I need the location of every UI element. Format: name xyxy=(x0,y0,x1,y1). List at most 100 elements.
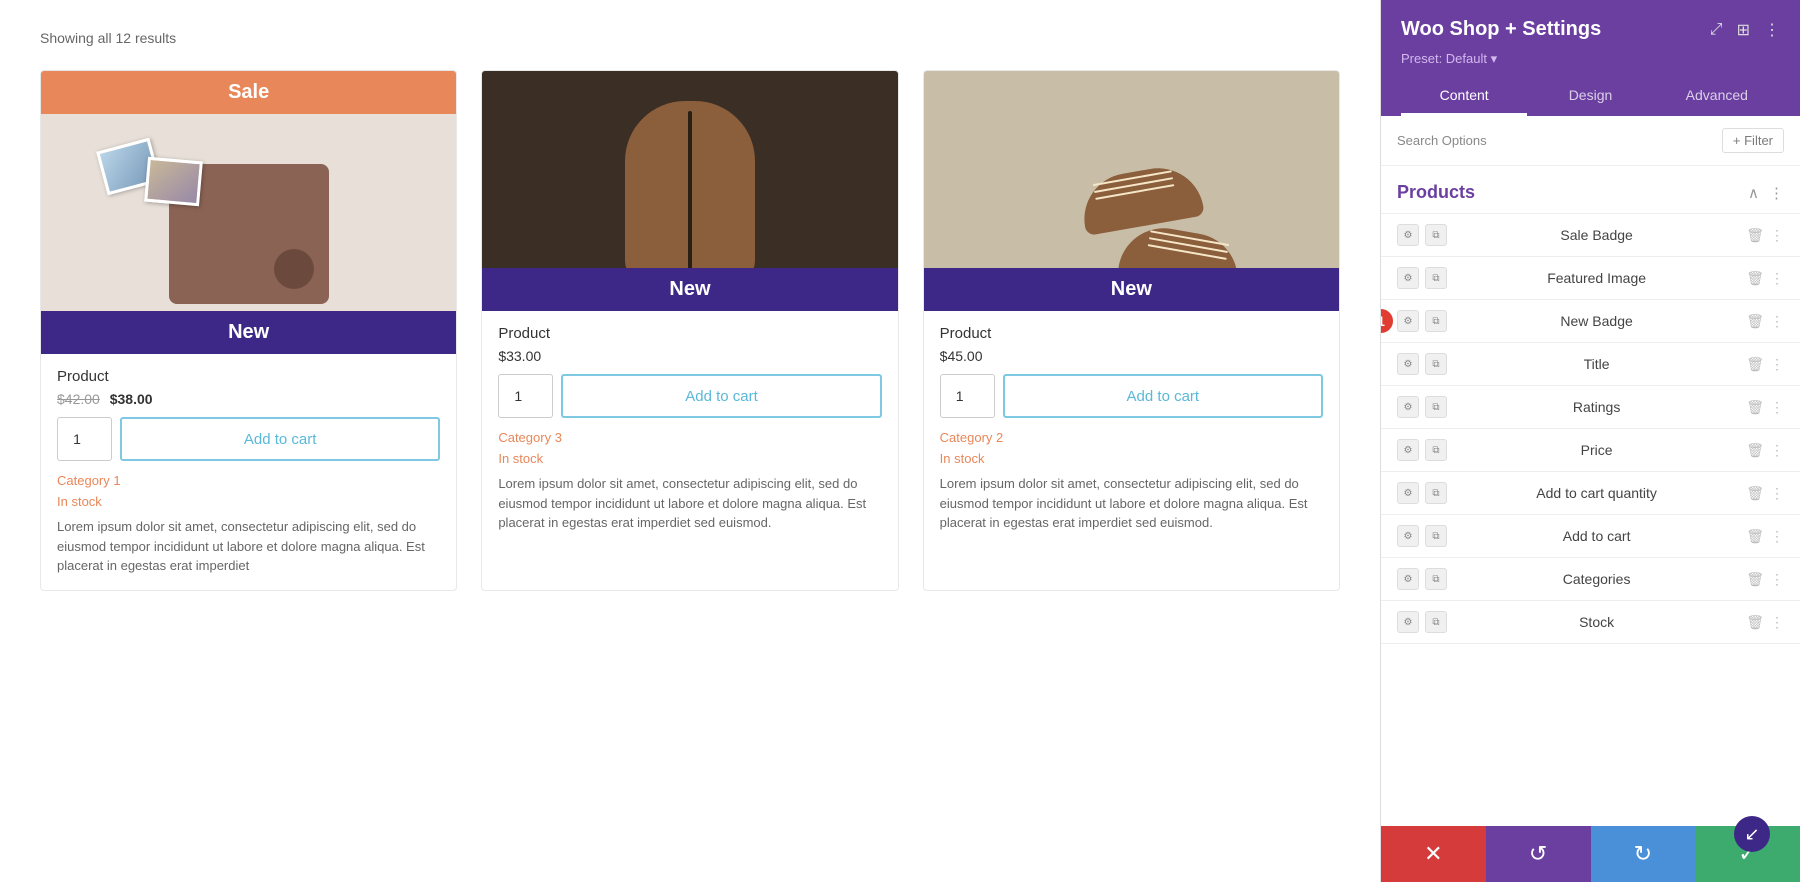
module-actions-title: 🗑 ⋮ xyxy=(1746,356,1784,373)
new-overlay-2: New xyxy=(482,268,897,311)
delete-icon-stock[interactable]: 🗑 xyxy=(1746,614,1764,631)
module-item-ratings[interactable]: ⚙ ⧉ Ratings 🗑 ⋮ xyxy=(1381,386,1800,429)
tab-advanced[interactable]: Advanced xyxy=(1654,77,1780,116)
product-name-3: Product xyxy=(940,325,1323,342)
settings-icon-price[interactable]: ⚙ xyxy=(1397,439,1419,461)
delete-icon-ratings[interactable]: 🗑 xyxy=(1746,399,1764,416)
module-icons-new-badge: ⚙ ⧉ xyxy=(1397,310,1447,332)
more-icon[interactable]: ⋮ xyxy=(1764,20,1780,40)
product-stock-2: In stock xyxy=(498,451,881,466)
module-name-atc: Add to cart xyxy=(1457,528,1736,544)
more-icon-featured-image[interactable]: ⋮ xyxy=(1770,270,1784,287)
delete-icon-atcq[interactable]: 🗑 xyxy=(1746,485,1764,502)
module-item-add-to-cart-quantity[interactable]: ⚙ ⧉ Add to cart quantity 🗑 ⋮ xyxy=(1381,472,1800,515)
module-item-categories[interactable]: ⚙ ⧉ Categories 🗑 ⋮ xyxy=(1381,558,1800,601)
product-card-2: New Product $33.00 Add to cart Category … xyxy=(481,70,898,591)
tab-content[interactable]: Content xyxy=(1401,77,1527,116)
copy-icon-categories[interactable]: ⧉ xyxy=(1425,568,1447,590)
module-name-title: Title xyxy=(1457,356,1736,372)
collapse-icon[interactable]: ∧ xyxy=(1748,184,1759,202)
settings-icon-ratings[interactable]: ⚙ xyxy=(1397,396,1419,418)
settings-icon-atcq[interactable]: ⚙ xyxy=(1397,482,1419,504)
sale-badge-1: Sale xyxy=(41,71,456,114)
more-icon-sale-badge[interactable]: ⋮ xyxy=(1770,227,1784,244)
delete-icon-atc[interactable]: 🗑 xyxy=(1746,528,1764,545)
module-item-sale-badge[interactable]: ⚙ ⧉ Sale Badge 🗑 ⋮ xyxy=(1381,214,1800,257)
new-overlay-3: New xyxy=(924,268,1339,311)
module-item-new-badge[interactable]: ⚙ ⧉ New Badge 🗑 ⋮ 1 xyxy=(1381,300,1800,343)
settings-icon-stock[interactable]: ⚙ xyxy=(1397,611,1419,633)
section-header-icons: ∧ ⋮ xyxy=(1748,184,1784,202)
price-original-1: $42.00 xyxy=(57,391,100,407)
add-to-cart-btn-2[interactable]: Add to cart xyxy=(561,374,881,418)
tab-design[interactable]: Design xyxy=(1527,77,1653,116)
copy-icon-sale-badge[interactable]: ⧉ xyxy=(1425,224,1447,246)
redo-button[interactable]: ↻ xyxy=(1591,826,1696,882)
price-2: $33.00 xyxy=(498,348,541,364)
module-icons-price: ⚙ ⧉ xyxy=(1397,439,1447,461)
copy-icon-atc[interactable]: ⧉ xyxy=(1425,525,1447,547)
product-info-3: Product $45.00 Add to cart Category 2 In… xyxy=(924,311,1339,547)
product-category-2[interactable]: Category 3 xyxy=(498,430,881,445)
main-content: Showing all 12 results Sale New Product … xyxy=(0,0,1380,882)
section-more-icon[interactable]: ⋮ xyxy=(1769,184,1784,202)
settings-icon-sale-badge[interactable]: ⚙ xyxy=(1397,224,1419,246)
qty-input-3[interactable] xyxy=(940,374,995,418)
product-category-3[interactable]: Category 2 xyxy=(940,430,1323,445)
more-icon-categories[interactable]: ⋮ xyxy=(1770,571,1784,588)
panel-title: Woo Shop + Settings xyxy=(1401,18,1601,41)
module-name-price: Price xyxy=(1457,442,1736,458)
delete-icon-categories[interactable]: 🗑 xyxy=(1746,571,1764,588)
columns-icon[interactable]: ⊞ xyxy=(1737,20,1750,40)
module-item-price[interactable]: ⚙ ⧉ Price 🗑 ⋮ xyxy=(1381,429,1800,472)
add-to-cart-btn-1[interactable]: Add to cart xyxy=(120,417,440,461)
copy-icon-atcq[interactable]: ⧉ xyxy=(1425,482,1447,504)
more-icon-ratings[interactable]: ⋮ xyxy=(1770,399,1784,416)
module-icons-atcq: ⚙ ⧉ xyxy=(1397,482,1447,504)
module-item-add-to-cart[interactable]: ⚙ ⧉ Add to cart 🗑 ⋮ xyxy=(1381,515,1800,558)
module-item-stock[interactable]: ⚙ ⧉ Stock 🗑 ⋮ xyxy=(1381,601,1800,644)
settings-icon-atc[interactable]: ⚙ xyxy=(1397,525,1419,547)
fullscreen-icon[interactable]: ⤢ xyxy=(1710,21,1723,39)
product-image-2: New xyxy=(482,71,897,311)
filter-button[interactable]: + Filter xyxy=(1722,128,1784,153)
delete-icon-new-badge[interactable]: 🗑 xyxy=(1746,313,1764,330)
copy-icon-new-badge[interactable]: ⧉ xyxy=(1425,310,1447,332)
copy-icon-ratings[interactable]: ⧉ xyxy=(1425,396,1447,418)
copy-icon-featured-image[interactable]: ⧉ xyxy=(1425,267,1447,289)
settings-icon-featured-image[interactable]: ⚙ xyxy=(1397,267,1419,289)
settings-icon-title[interactable]: ⚙ xyxy=(1397,353,1419,375)
delete-icon-title[interactable]: 🗑 xyxy=(1746,356,1764,373)
product-category-1[interactable]: Category 1 xyxy=(57,473,440,488)
panel-body-wrapper: Search Options + Filter Products ∧ ⋮ ⚙ ⧉ xyxy=(1381,116,1800,826)
settings-icon-categories[interactable]: ⚙ xyxy=(1397,568,1419,590)
products-grid: Sale New Product $42.00 $38.00 xyxy=(40,70,1340,591)
more-icon-price[interactable]: ⋮ xyxy=(1770,442,1784,459)
more-icon-atc[interactable]: ⋮ xyxy=(1770,528,1784,545)
settings-icon-new-badge[interactable]: ⚙ xyxy=(1397,310,1419,332)
copy-icon-title[interactable]: ⧉ xyxy=(1425,353,1447,375)
delete-icon-sale-badge[interactable]: 🗑 xyxy=(1746,227,1764,244)
module-name-sale-badge: Sale Badge xyxy=(1457,227,1736,243)
copy-icon-stock[interactable]: ⧉ xyxy=(1425,611,1447,633)
module-item-title[interactable]: ⚙ ⧉ Title 🗑 ⋮ xyxy=(1381,343,1800,386)
qty-input-1[interactable] xyxy=(57,417,112,461)
more-icon-atcq[interactable]: ⋮ xyxy=(1770,485,1784,502)
delete-icon-featured-image[interactable]: 🗑 xyxy=(1746,270,1764,287)
add-to-cart-btn-3[interactable]: Add to cart xyxy=(1003,374,1323,418)
qty-input-2[interactable] xyxy=(498,374,553,418)
panel-preset[interactable]: Preset: Default ▾ xyxy=(1401,51,1780,67)
cancel-button[interactable]: ✕ xyxy=(1381,826,1486,882)
module-name-atcq: Add to cart quantity xyxy=(1457,485,1736,501)
undo-button[interactable]: ↺ xyxy=(1486,826,1591,882)
more-icon-stock[interactable]: ⋮ xyxy=(1770,614,1784,631)
module-item-featured-image[interactable]: ⚙ ⧉ Featured Image 🗑 ⋮ xyxy=(1381,257,1800,300)
panel-header: Woo Shop + Settings ⤢ ⊞ ⋮ Preset: Defaul… xyxy=(1381,0,1800,116)
shoe-left xyxy=(1077,161,1205,236)
more-icon-title[interactable]: ⋮ xyxy=(1770,356,1784,373)
delete-icon-price[interactable]: 🗑 xyxy=(1746,442,1764,459)
new-overlay-1: New xyxy=(41,311,456,354)
copy-icon-price[interactable]: ⧉ xyxy=(1425,439,1447,461)
panel-title-row: Woo Shop + Settings ⤢ ⊞ ⋮ xyxy=(1401,18,1780,41)
more-icon-new-badge[interactable]: ⋮ xyxy=(1770,313,1784,330)
